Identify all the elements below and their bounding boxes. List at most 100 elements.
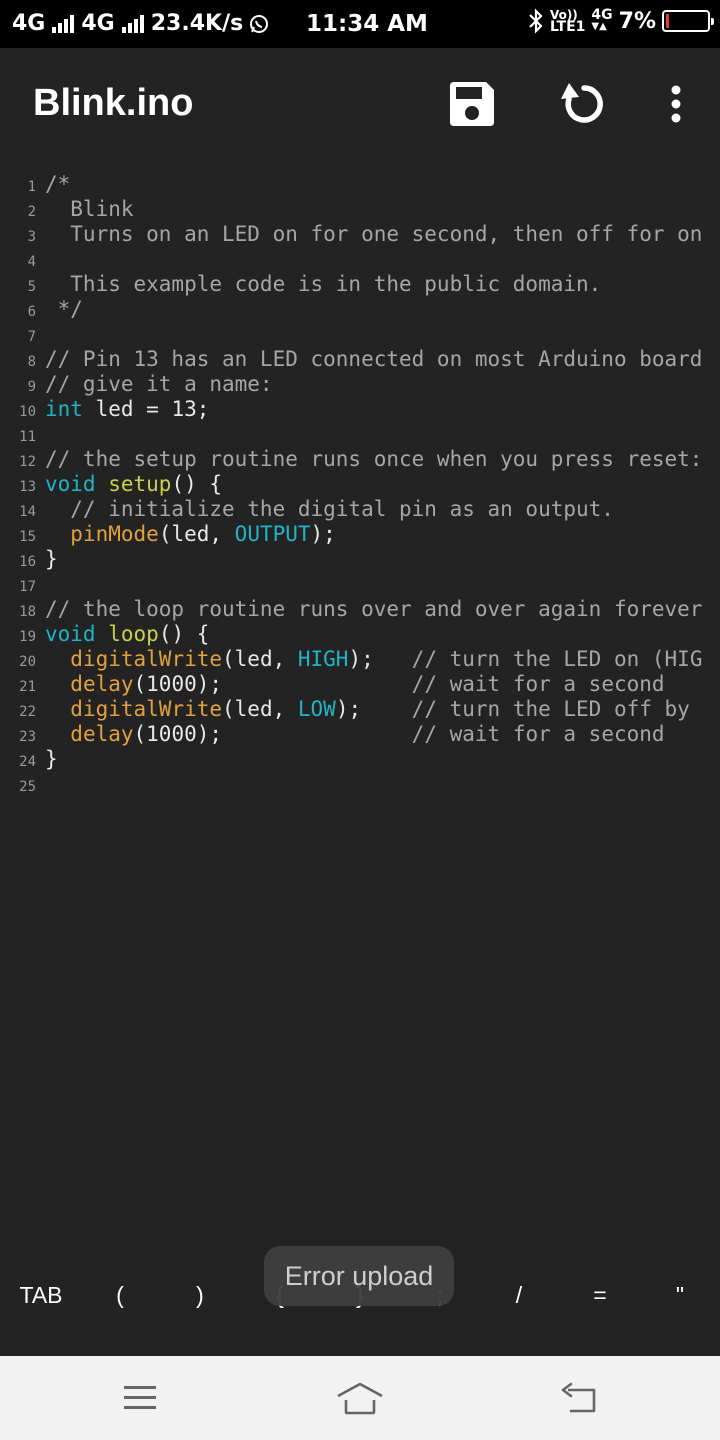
code-line[interactable]: 14 // initialize the digital pin as an o… xyxy=(0,497,720,522)
symbol-key-tab[interactable]: TAB xyxy=(18,1282,64,1309)
symbol-key-slash[interactable]: / xyxy=(504,1282,534,1309)
code-token: HIGH xyxy=(297,647,349,671)
signal-icon xyxy=(121,14,144,33)
code-token: // give it a name: xyxy=(45,372,273,396)
code-line[interactable]: 11 xyxy=(0,422,720,447)
refresh-icon xyxy=(561,83,603,123)
code-line[interactable]: 7 xyxy=(0,322,720,347)
save-icon xyxy=(450,82,494,126)
battery-level xyxy=(666,14,669,28)
back-icon xyxy=(561,1382,596,1413)
code-token: // wait for a second xyxy=(411,722,665,746)
symbol-key-equals[interactable]: = xyxy=(585,1282,615,1309)
code-text: pinMode(led, OUTPUT); xyxy=(45,522,336,547)
code-token: () { xyxy=(171,472,223,496)
code-token: digitalWrite xyxy=(70,697,223,721)
code-token: (1000); xyxy=(133,672,412,696)
code-line[interactable]: 1/* xyxy=(0,172,720,197)
save-button[interactable] xyxy=(444,76,500,132)
volte-bottom: LTE1 xyxy=(549,19,586,35)
code-token: delay xyxy=(70,722,134,746)
code-line[interactable]: 22 digitalWrite(led, LOW); // turn the L… xyxy=(0,697,720,722)
refresh-button[interactable] xyxy=(556,76,612,132)
code-token: int xyxy=(45,397,83,421)
code-text: Turns on an LED on for one second, then … xyxy=(45,222,702,247)
code-text: // Pin 13 has an LED connected on most A… xyxy=(45,347,702,372)
code-token: ); xyxy=(335,697,412,721)
code-text: This example code is in the public domai… xyxy=(45,272,601,297)
code-line[interactable]: 12// the setup routine runs once when yo… xyxy=(0,447,720,472)
code-text: // give it a name: xyxy=(45,372,273,397)
code-token: This example code is in the public domai… xyxy=(45,272,602,296)
line-number: 25 xyxy=(19,779,36,795)
code-line[interactable]: 15 pinMode(led, OUTPUT); xyxy=(0,522,720,547)
home-button[interactable] xyxy=(330,1378,390,1418)
code-token: LOW xyxy=(297,697,336,721)
code-line[interactable]: 13 void setup() { xyxy=(0,472,720,497)
symbol-key-close-paren[interactable]: ) xyxy=(185,1282,215,1309)
data-arrows-icon: ▼▲ xyxy=(591,21,607,32)
code-line[interactable]: 10 int led = 13; xyxy=(0,397,720,422)
code-text: delay(1000); // wait for a second xyxy=(45,722,665,747)
recent-apps-button[interactable] xyxy=(110,1378,170,1418)
network-4g-indicator: 4G ▼▲ xyxy=(591,8,612,33)
code-token: Blink xyxy=(45,197,134,221)
code-token: (1000); xyxy=(133,722,412,746)
whatsapp-icon xyxy=(250,14,269,33)
code-line[interactable]: 6 */ xyxy=(0,297,720,322)
symbol-key-quote[interactable]: " xyxy=(665,1282,695,1309)
code-line[interactable]: 25 xyxy=(0,772,720,797)
code-token: // wait for a second xyxy=(411,672,665,696)
code-token: /* xyxy=(45,172,71,196)
code-line[interactable]: 3 Turns on an LED on for one second, the… xyxy=(0,222,720,247)
app-toolbar: Blink.ino xyxy=(0,48,720,163)
code-token: OUTPUT xyxy=(234,522,311,546)
code-text: // initialize the digital pin as an outp… xyxy=(45,497,614,522)
code-editor[interactable]: 1/* 2 Blink 3 Turns on an LED on for one s… xyxy=(0,172,720,797)
code-token: // initialize the digital pin as an outp… xyxy=(45,497,614,521)
code-token: ); xyxy=(310,522,336,546)
code-line[interactable]: 20 digitalWrite(led, HIGH); // turn the … xyxy=(0,647,720,672)
code-text: } xyxy=(45,547,58,572)
clock: 11:34 AM xyxy=(306,11,428,37)
code-line[interactable]: 18// the loop routine runs over and over… xyxy=(0,597,720,622)
code-line[interactable]: 2 Blink xyxy=(0,197,720,222)
code-line[interactable]: 4 xyxy=(0,247,720,272)
code-text: // the loop routine runs over and over a… xyxy=(45,597,702,622)
code-token: pinMode xyxy=(70,522,159,546)
volte-indicator: Vo)) LTE1 xyxy=(549,9,586,35)
code-token: (led, xyxy=(222,647,298,671)
status-bar: 4G 4G 23.4K/s 11:34 AM Vo)) LTE1 4G ▼▲ 7 xyxy=(0,0,720,48)
code-line[interactable]: 8// Pin 13 has an LED connected on most … xyxy=(0,347,720,372)
code-text: void setup() { xyxy=(45,472,222,497)
code-token: led = 13; xyxy=(82,397,210,421)
symbol-key-open-paren[interactable]: ( xyxy=(105,1282,135,1309)
file-title: Blink.ino xyxy=(33,82,194,124)
code-line[interactable]: 19 void loop() { xyxy=(0,622,720,647)
code-line[interactable]: 16} xyxy=(0,547,720,572)
code-token: // turn the LED off by xyxy=(411,697,690,721)
code-line[interactable]: 21 delay(1000); // wait for a second xyxy=(0,672,720,697)
code-line[interactable]: 24} xyxy=(0,747,720,772)
signal-icon xyxy=(52,14,75,33)
code-token: } xyxy=(45,547,58,571)
code-line[interactable]: 17 xyxy=(0,572,720,597)
more-options-button[interactable] xyxy=(648,76,704,132)
code-line[interactable]: 23 delay(1000); // wait for a second xyxy=(0,722,720,747)
code-text: // the setup routine runs once when you … xyxy=(45,447,702,472)
code-token: void xyxy=(45,622,96,646)
code-token: // the setup routine runs once when you … xyxy=(45,447,703,471)
code-token: digitalWrite xyxy=(70,647,223,671)
home-icon xyxy=(337,1382,383,1415)
code-line[interactable]: 9// give it a name: xyxy=(0,372,720,397)
back-button[interactable] xyxy=(550,1378,610,1418)
navigation-bar xyxy=(0,1356,720,1440)
code-text: /* xyxy=(45,172,70,197)
code-line[interactable]: 5 This example code is in the public dom… xyxy=(0,272,720,297)
network-label-1: 4G xyxy=(12,11,46,36)
